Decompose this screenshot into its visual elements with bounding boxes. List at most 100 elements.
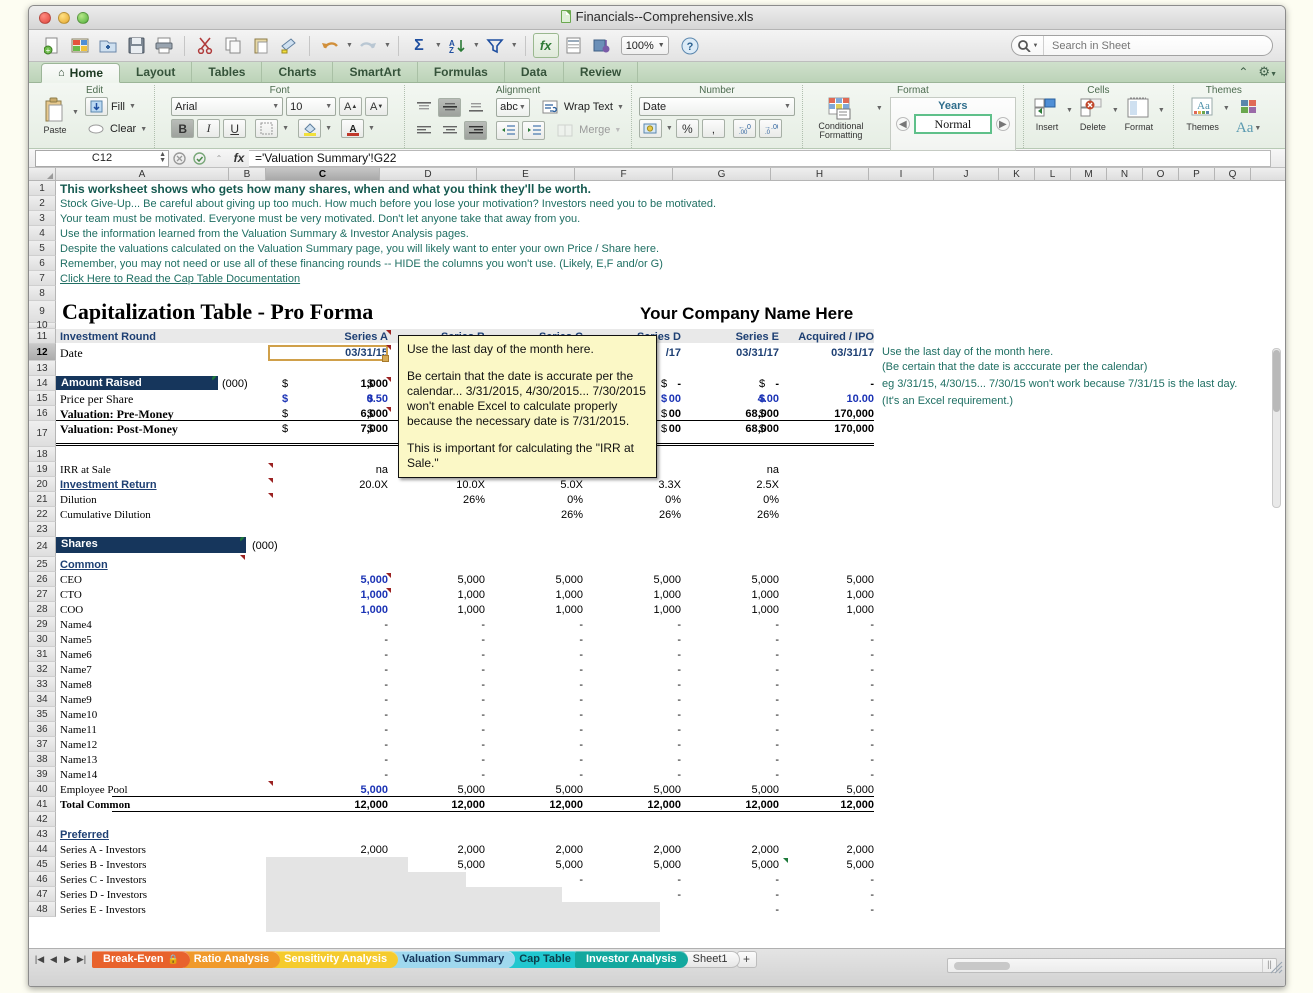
preferred-value-44-2[interactable]: 2,000 bbox=[375, 843, 485, 857]
column-header-I[interactable]: I bbox=[869, 168, 934, 180]
row-header-2[interactable]: 2 bbox=[29, 196, 56, 211]
row-header-38[interactable]: 38 bbox=[29, 752, 56, 767]
common-value-29-5[interactable]: - bbox=[669, 618, 779, 632]
preferred-value-45-5[interactable]: 5,000 bbox=[669, 858, 779, 872]
increase-decimal-button[interactable]: →.00.0 bbox=[759, 119, 782, 138]
fill-caret-icon[interactable]: ▼ bbox=[129, 103, 136, 110]
column-header-L[interactable]: L bbox=[1035, 168, 1071, 180]
print-icon[interactable] bbox=[151, 33, 177, 58]
media-icon[interactable] bbox=[589, 33, 615, 58]
increase-indent-button[interactable] bbox=[522, 121, 545, 140]
common-value-39-2[interactable]: - bbox=[375, 768, 485, 782]
row-header-7[interactable]: 7 bbox=[29, 271, 56, 286]
common-value-27-3[interactable]: 1,000 bbox=[473, 588, 583, 602]
common-value-27-1[interactable]: 1,000 bbox=[278, 588, 388, 602]
common-value-32-2[interactable]: - bbox=[375, 663, 485, 677]
common-value-38-4[interactable]: - bbox=[571, 753, 681, 767]
common-value-39-3[interactable]: - bbox=[473, 768, 583, 782]
redo-icon[interactable] bbox=[355, 33, 381, 58]
common-value-32-1[interactable]: - bbox=[278, 663, 388, 677]
common-value-27-2[interactable]: 1,000 bbox=[375, 588, 485, 602]
theme-fonts-label[interactable]: Aa bbox=[1236, 120, 1254, 137]
row-header-16[interactable]: 16 bbox=[29, 406, 56, 421]
common-value-32-6[interactable]: - bbox=[764, 663, 874, 677]
sheet-tab-sheet1[interactable]: Sheet1 bbox=[681, 951, 740, 968]
common-value-32-3[interactable]: - bbox=[473, 663, 583, 677]
column-header-A[interactable]: A bbox=[56, 168, 229, 180]
date-value-6[interactable]: 03/31/17 bbox=[764, 346, 874, 360]
formula-expand-icon[interactable]: ⌃ bbox=[209, 150, 229, 167]
decrease-font-size-button[interactable]: A▼ bbox=[365, 97, 388, 116]
sheet-nav-buttons[interactable]: |◀ ◀ ▶ ▶| bbox=[33, 954, 88, 965]
name-box[interactable]: C12 ▲▼ bbox=[35, 150, 169, 167]
column-header-C[interactable]: C bbox=[266, 168, 380, 180]
format-painter-icon[interactable] bbox=[276, 33, 302, 58]
next-sheet-icon[interactable]: ▶ bbox=[61, 954, 74, 965]
intro-line-7[interactable]: Click Here to Read the Cap Table Documen… bbox=[60, 272, 300, 286]
total-common-value-2[interactable]: 12,000 bbox=[375, 798, 485, 812]
common-value-37-5[interactable]: - bbox=[669, 738, 779, 752]
common-value-38-6[interactable]: - bbox=[764, 753, 874, 767]
help-icon[interactable]: ? bbox=[677, 33, 703, 58]
tab-smartart[interactable]: SmartArt bbox=[333, 62, 417, 82]
sheet-tab-sensitivity-analysis[interactable]: Sensitivity Analysis bbox=[273, 951, 398, 968]
open-templates-icon[interactable] bbox=[67, 33, 93, 58]
fill-color-caret-icon[interactable]: ▼ bbox=[325, 125, 332, 132]
common-value-33-2[interactable]: - bbox=[375, 678, 485, 692]
confirm-entry-icon[interactable] bbox=[189, 150, 209, 167]
common-value-36-3[interactable]: - bbox=[473, 723, 583, 737]
common-value-36-5[interactable]: - bbox=[669, 723, 779, 737]
font-family-select[interactable]: Arial ▼ bbox=[171, 97, 283, 116]
align-left-button[interactable] bbox=[412, 121, 435, 140]
insert-cells-button[interactable]: Insert bbox=[1032, 97, 1062, 132]
row-header-42[interactable]: 42 bbox=[29, 812, 56, 827]
vertical-scrollbar[interactable] bbox=[1270, 344, 1283, 514]
row-header-3[interactable]: 3 bbox=[29, 211, 56, 226]
cumulative-dilution-5[interactable]: 26% bbox=[669, 508, 779, 522]
fill-icon[interactable] bbox=[85, 97, 108, 116]
paste-button[interactable]: Paste bbox=[42, 97, 68, 135]
style-selected[interactable]: Normal bbox=[914, 114, 992, 134]
row-header-35[interactable]: 35 bbox=[29, 707, 56, 722]
format-cells-caret-icon[interactable]: ▼ bbox=[1158, 107, 1165, 114]
filter-icon[interactable] bbox=[482, 33, 508, 58]
investment-return-3[interactable]: 5.0X bbox=[473, 478, 583, 492]
row-header-14[interactable]: 14 bbox=[29, 376, 56, 391]
autosum-icon[interactable]: Σ bbox=[406, 33, 432, 58]
autosum-caret-icon[interactable]: ▼ bbox=[435, 42, 442, 49]
common-value-39-4[interactable]: - bbox=[571, 768, 681, 782]
row-header-12[interactable]: 12 bbox=[29, 344, 56, 361]
cancel-entry-icon[interactable] bbox=[169, 150, 189, 167]
row-header-1[interactable]: 1 bbox=[29, 181, 56, 196]
dilution-2[interactable]: 26% bbox=[375, 493, 485, 507]
wrap-text-label[interactable]: Wrap Text bbox=[564, 101, 613, 113]
row-header-29[interactable]: 29 bbox=[29, 617, 56, 632]
total-common-value-6[interactable]: 12,000 bbox=[764, 798, 874, 812]
column-header-N[interactable]: N bbox=[1107, 168, 1143, 180]
sheet-tab-cap-table[interactable]: Cap Table bbox=[508, 951, 582, 968]
style-gallery[interactable]: Years ◀ Normal ▶ bbox=[890, 97, 1016, 151]
vscroll-thumb[interactable] bbox=[1273, 350, 1280, 412]
common-value-32-5[interactable]: - bbox=[669, 663, 779, 677]
value-14-6[interactable]: - bbox=[764, 377, 874, 391]
align-right-button[interactable] bbox=[464, 121, 487, 140]
common-value-30-2[interactable]: - bbox=[375, 633, 485, 647]
row-header-26[interactable]: 26 bbox=[29, 572, 56, 587]
common-value-35-6[interactable]: - bbox=[764, 708, 874, 722]
preferred-value-45-2[interactable]: 5,000 bbox=[375, 858, 485, 872]
common-value-40-5[interactable]: 5,000 bbox=[669, 783, 779, 797]
common-value-28-4[interactable]: 1,000 bbox=[571, 603, 681, 617]
copy-icon[interactable] bbox=[220, 33, 246, 58]
cumulative-dilution-3[interactable]: 26% bbox=[473, 508, 583, 522]
row-header-5[interactable]: 5 bbox=[29, 241, 56, 256]
common-value-31-4[interactable]: - bbox=[571, 648, 681, 662]
clear-label[interactable]: Clear bbox=[110, 123, 136, 135]
common-value-37-3[interactable]: - bbox=[473, 738, 583, 752]
insert-caret-icon[interactable]: ▼ bbox=[1066, 107, 1073, 114]
theme-fonts-caret-icon[interactable]: ▼ bbox=[1254, 125, 1261, 132]
sheet-tab-ratio-analysis[interactable]: Ratio Analysis bbox=[183, 951, 280, 968]
row-header-20[interactable]: 20 bbox=[29, 477, 56, 492]
tab-data[interactable]: Data bbox=[505, 62, 564, 82]
search-input[interactable] bbox=[1044, 39, 1272, 53]
fill-label[interactable]: Fill bbox=[111, 101, 125, 113]
